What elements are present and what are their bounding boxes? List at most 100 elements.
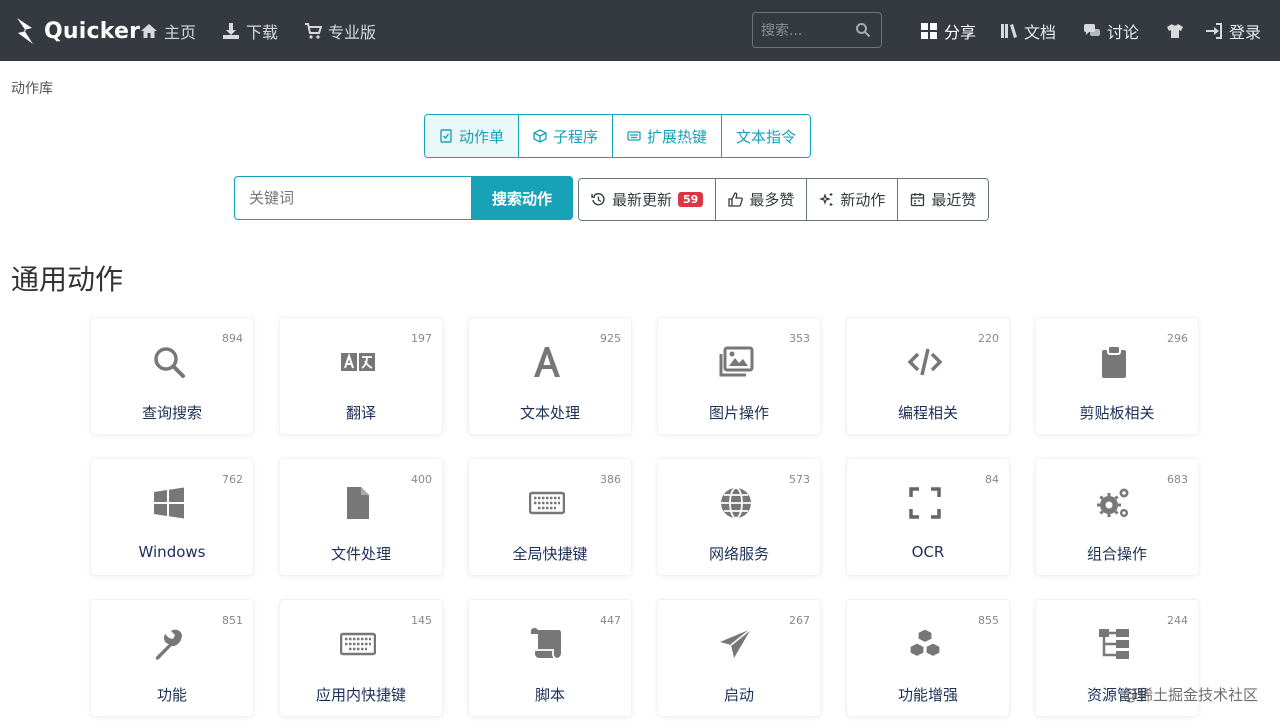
- sitemap-icon: [1092, 622, 1136, 666]
- category-label: 文件处理: [330, 545, 391, 563]
- category-card-windows[interactable]: 762 Windows: [90, 458, 254, 576]
- thumbs-up-icon: [728, 192, 744, 207]
- category-label: Windows: [138, 543, 206, 561]
- category-card-app-hotkeys[interactable]: 145 应用内快捷键: [279, 599, 443, 717]
- action-type-tabs: 动作单 子程序 扩展热键 文本指令: [424, 114, 812, 158]
- category-label: 组合操作: [1086, 545, 1147, 563]
- sparkle-icon: [819, 193, 833, 206]
- wrench-icon: [147, 622, 191, 666]
- keyboard-outline-icon: [627, 131, 641, 141]
- category-label: 功能: [156, 686, 187, 704]
- sort-latest-update-label: 最新更新: [612, 191, 673, 209]
- category-label: 应用内快捷键: [315, 686, 406, 704]
- nav-home[interactable]: 主页: [140, 18, 196, 44]
- nav-share[interactable]: 分享: [920, 18, 976, 44]
- category-count: 197: [411, 332, 432, 345]
- category-card-images[interactable]: 353 图片操作: [657, 317, 821, 435]
- translate-icon: [336, 340, 380, 384]
- tab-action[interactable]: 动作单: [425, 115, 520, 157]
- quicker-logo-icon: [17, 18, 33, 44]
- category-card-files[interactable]: 400 文件处理: [279, 458, 443, 576]
- file-icon: [336, 481, 380, 525]
- history-icon: [591, 193, 605, 206]
- home-icon: [141, 24, 157, 38]
- file-check-icon: [440, 129, 452, 143]
- category-card-functions[interactable]: 851 功能: [90, 599, 254, 717]
- nav-discuss-label: 讨论: [1107, 23, 1140, 42]
- nav-home-label: 主页: [164, 23, 197, 42]
- books-icon: [1001, 24, 1017, 38]
- category-count: 683: [1167, 473, 1188, 486]
- category-card-scripts[interactable]: 447 脚本: [468, 599, 632, 717]
- grid-icon: [921, 23, 937, 39]
- sort-recently-liked[interactable]: 最近赞: [898, 179, 989, 220]
- search-icon[interactable]: [855, 22, 871, 38]
- category-card-clipboard[interactable]: 296 剪贴板相关: [1035, 317, 1199, 435]
- category-count: 573: [789, 473, 810, 486]
- nav-search: [752, 12, 882, 48]
- keyword-input[interactable]: [234, 176, 471, 220]
- cubes-icon: [903, 622, 947, 666]
- search-actions-button[interactable]: 搜索动作: [471, 176, 573, 220]
- sort-latest-update[interactable]: 最新更新 59: [579, 179, 717, 220]
- sign-in-icon: [1206, 23, 1222, 39]
- cogs-icon: [1092, 481, 1136, 525]
- keyboard-icon: [336, 622, 380, 666]
- category-count: 353: [789, 332, 810, 345]
- category-count: 400: [411, 473, 432, 486]
- category-card-global-hotkeys[interactable]: 386 全局快捷键: [468, 458, 632, 576]
- scan-frame-icon: [903, 481, 947, 525]
- category-grid: 894 查询搜索 197 翻译 925 文本处理 353 图片操作 220 编程…: [90, 317, 1200, 726]
- category-label: 功能增强: [897, 686, 958, 704]
- tab-subprogram[interactable]: 子程序: [519, 115, 614, 157]
- breadcrumb[interactable]: 动作库: [11, 78, 53, 98]
- nav-pro[interactable]: 专业版: [304, 18, 376, 44]
- font-icon: [525, 340, 569, 384]
- sort-new-actions-label: 新动作: [840, 191, 886, 209]
- category-card-search[interactable]: 894 查询搜索: [90, 317, 254, 435]
- sort-tabs: 最新更新 59 最多赞 新动作 最近赞: [578, 178, 990, 221]
- category-label: 全局快捷键: [512, 545, 588, 563]
- nav-login[interactable]: 登录: [1205, 18, 1261, 44]
- tab-text-command[interactable]: 文本指令: [722, 115, 811, 157]
- tab-action-label: 动作单: [459, 127, 505, 146]
- category-count: 145: [411, 614, 432, 627]
- category-card-combo[interactable]: 683 组合操作: [1035, 458, 1199, 576]
- keyword-search-group: 搜索动作: [234, 176, 573, 220]
- nav-shop[interactable]: [1166, 18, 1184, 44]
- category-label: 图片操作: [708, 404, 769, 422]
- sort-new-actions[interactable]: 新动作: [807, 179, 899, 220]
- images-icon: [714, 340, 758, 384]
- watermark: @稀土掘金技术社区: [1122, 686, 1258, 704]
- category-card-text[interactable]: 925 文本处理: [468, 317, 632, 435]
- category-label: 脚本: [534, 686, 565, 704]
- category-label: 剪贴板相关: [1079, 404, 1155, 422]
- tab-text-command-label: 文本指令: [736, 127, 797, 146]
- category-card-web-services[interactable]: 573 网络服务: [657, 458, 821, 576]
- category-card-translate[interactable]: 197 翻译: [279, 317, 443, 435]
- category-label: 编程相关: [897, 404, 958, 422]
- sort-most-liked[interactable]: 最多赞: [716, 179, 808, 220]
- nav-download[interactable]: 下载: [222, 18, 278, 44]
- windows-icon: [147, 481, 191, 525]
- nav-search-input[interactable]: [761, 19, 851, 43]
- nav-discuss[interactable]: 讨论: [1083, 18, 1139, 44]
- nav-docs-label: 文档: [1024, 23, 1057, 42]
- tab-hotkey[interactable]: 扩展热键: [613, 115, 723, 157]
- category-card-ocr[interactable]: 84 OCR: [846, 458, 1010, 576]
- category-count: 851: [222, 614, 243, 627]
- category-label: 网络服务: [708, 545, 769, 563]
- comments-icon: [1084, 24, 1100, 36]
- category-count: 296: [1167, 332, 1188, 345]
- globe-icon: [714, 481, 758, 525]
- code-icon: [903, 340, 947, 384]
- category-card-coding[interactable]: 220 编程相关: [846, 317, 1010, 435]
- category-card-enhance[interactable]: 855 功能增强: [846, 599, 1010, 717]
- category-count: 386: [600, 473, 621, 486]
- nav-docs[interactable]: 文档: [1000, 18, 1056, 44]
- category-label: 翻译: [345, 404, 376, 422]
- sort-recently-liked-label: 最近赞: [931, 191, 977, 209]
- brand-link[interactable]: Quicker: [14, 14, 140, 48]
- keyboard-icon: [525, 481, 569, 525]
- category-card-launch[interactable]: 267 启动: [657, 599, 821, 717]
